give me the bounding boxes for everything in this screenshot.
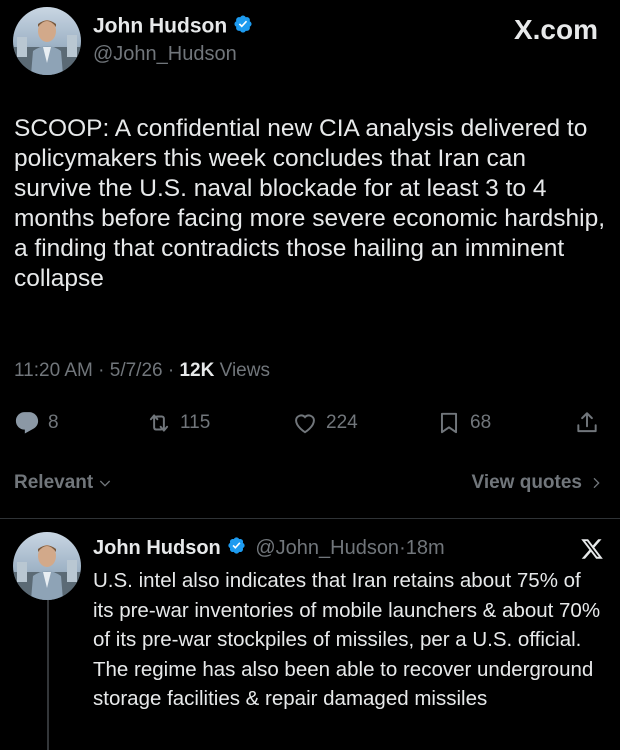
reply-author-name[interactable]: John Hudson [93,537,221,559]
author-name[interactable]: John Hudson [93,14,253,40]
bookmark-icon [440,412,458,434]
views-label: Views [219,360,270,381]
reply-separator: · [399,536,406,559]
tweet-text: SCOOP: A confidential new CIA analysis d… [14,115,606,292]
avatar[interactable] [13,7,81,75]
tweet-meta: 11:20 AM · 5/7/26 · 12K Views [14,360,270,381]
author-handle[interactable]: @John_Hudson [93,43,237,66]
author-name-text: John Hudson [93,14,228,38]
reply-button[interactable]: 8 [14,408,59,438]
reply-count: 8 [48,412,59,433]
divider [0,518,620,519]
brand-logo: X.com [513,14,598,45]
views-count: 12K [179,360,215,381]
view-quotes-link[interactable]: View quotes [471,472,604,494]
heart-icon [295,414,315,434]
reply-avatar[interactable] [13,532,81,600]
reply-header: John Hudson @John_Hudson·18m [93,536,445,561]
like-count: 224 [326,412,358,433]
tweet-date[interactable]: 5/7/26 [110,360,163,381]
reply-icon [15,412,39,434]
reply-text: U.S. intel also indicates that Iran reta… [93,569,601,710]
sort-label: Relevant [14,472,94,493]
avatar-photo [13,545,81,600]
tweet-time[interactable]: 11:20 AM [14,360,93,381]
like-button[interactable]: 224 [292,408,358,438]
chevron-down-icon [100,480,111,487]
verified-badge-icon [233,14,253,40]
share-button[interactable] [574,408,608,438]
reply-age[interactable]: 18m [406,537,445,559]
bookmark-button[interactable]: 68 [436,408,491,438]
thread-line [47,600,49,750]
bookmark-count: 68 [470,412,492,433]
repost-icon [149,414,169,432]
repost-button[interactable]: 115 [146,408,210,438]
share-icon [577,412,597,433]
reply-author-handle[interactable]: @John_Hudson [255,537,399,559]
chevron-right-icon [593,477,600,489]
view-quotes-label: View quotes [471,472,582,493]
x-logo-icon [580,537,604,566]
sort-dropdown[interactable]: Relevant [14,472,113,494]
verified-badge-icon [227,536,246,561]
repost-count: 115 [180,412,211,433]
avatar-photo [13,20,81,75]
